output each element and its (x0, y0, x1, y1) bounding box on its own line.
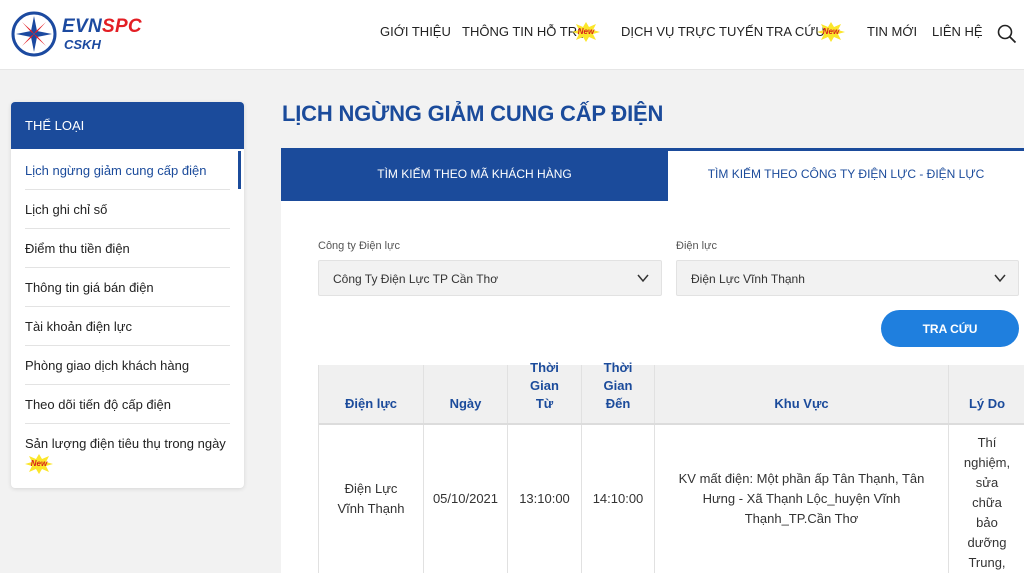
column-header-ngay: Ngày (424, 365, 508, 425)
tab-search-by-company[interactable]: TÌM KIẾM THEO CÔNG TY ĐIỆN LỰC - ĐIỆN LỰ… (668, 148, 1024, 201)
sidebar-item-gia-ban-dien[interactable]: Thông tin giá bán điện (25, 268, 230, 307)
company-select[interactable]: Công Ty Điện Lực TP Cần Thơ (318, 260, 662, 296)
sidebar-item-tai-khoan[interactable]: Tài khoản điện lực (25, 307, 230, 346)
search-button[interactable]: TRA CỨU (881, 310, 1019, 347)
branch-select[interactable]: Điện Lực Vĩnh Thạnh (676, 260, 1019, 296)
sidebar-item-lich-ghi-chi-so[interactable]: Lịch ghi chỉ số (25, 190, 230, 229)
new-badge-icon: New (817, 22, 845, 42)
nav-dich-vu-truc-tuyen[interactable]: DỊCH VỤ TRỰC TUYẾN (621, 24, 763, 39)
category-sidebar: THỂ LOẠI Lịch ngừng giảm cung cấp điện L… (11, 102, 244, 488)
column-header-dien-luc: Điện lực (319, 365, 424, 425)
column-header-khu-vuc: Khu Vực (655, 365, 949, 425)
nav-lien-he[interactable]: LIÊN HỆ (932, 24, 983, 39)
brand-name: EVNSPC (62, 16, 142, 37)
cell-dien-luc: Điện Lực Vĩnh Thạnh (319, 425, 424, 573)
active-indicator (238, 151, 241, 189)
column-header-thoi-gian-den: Thời Gian Đến (582, 360, 655, 425)
cell-khu-vuc: KV mất điện: Một phần ấp Tân Thạnh, Tân … (655, 425, 949, 573)
branch-label: Điện lực (676, 240, 717, 252)
nav-tin-moi[interactable]: TIN MỚI (867, 24, 917, 39)
cell-thoi-gian-den: 14:10:00 (582, 425, 655, 573)
tab-search-by-customer[interactable]: TÌM KIẾM THEO MÃ KHÁCH HÀNG (281, 148, 668, 201)
company-label: Công ty Điện lực (318, 240, 400, 252)
chevron-down-icon (637, 274, 649, 283)
new-badge-icon: New (25, 454, 53, 474)
nav-thong-tin-ho-tro[interactable]: THÔNG TIN HỖ TRỢ (462, 24, 588, 39)
branch-select-value: Điện Lực Vĩnh Thạnh (691, 272, 805, 286)
page-title: LỊCH NGỪNG GIẢM CUNG CẤP ĐIỆN (282, 101, 664, 126)
evnspc-logo[interactable]: EVNSPC CSKH (10, 10, 160, 58)
site-header: EVNSPC CSKH GIỚI THIỆU THÔNG TIN HỖ TRỢ … (0, 0, 1024, 70)
sidebar-item-tien-do-cap-dien[interactable]: Theo dõi tiến độ cấp điện (25, 385, 230, 424)
sidebar-item-san-luong[interactable]: Sản lượng điện tiêu thụ trong ngày (25, 424, 230, 484)
outage-table: Điện lực Ngày Thời Gian Từ Thời Gian Đến… (318, 360, 1024, 573)
cell-ly-do: Thí nghiệm, sửa chữa bảo dưỡng Trung, hạ (963, 435, 1011, 570)
nav-gioi-thieu[interactable]: GIỚI THIỆU (380, 24, 451, 39)
search-icon[interactable] (997, 24, 1017, 44)
sidebar-heading: THỂ LOẠI (11, 102, 244, 149)
sidebar-item-diem-thu-tien[interactable]: Điểm thu tiền điện (25, 229, 230, 268)
column-header-thoi-gian-tu: Thời Gian Từ (508, 360, 582, 425)
company-select-value: Công Ty Điện Lực TP Cần Thơ (333, 272, 499, 286)
sidebar-item-phong-giao-dich[interactable]: Phòng giao dịch khách hàng (25, 346, 230, 385)
brand-subtitle: CSKH (64, 37, 101, 52)
cell-ngay: 05/10/2021 (424, 425, 508, 573)
evn-logo-icon (11, 11, 57, 57)
new-badge-icon: New (572, 22, 600, 42)
nav-tra-cuu[interactable]: TRA CỨU (766, 24, 825, 39)
cell-thoi-gian-tu: 13:10:00 (508, 425, 582, 573)
column-header-ly-do: Lý Do (949, 365, 1024, 425)
sidebar-item-lich-ngung[interactable]: Lịch ngừng giảm cung cấp điện (25, 151, 230, 190)
chevron-down-icon (994, 274, 1006, 283)
